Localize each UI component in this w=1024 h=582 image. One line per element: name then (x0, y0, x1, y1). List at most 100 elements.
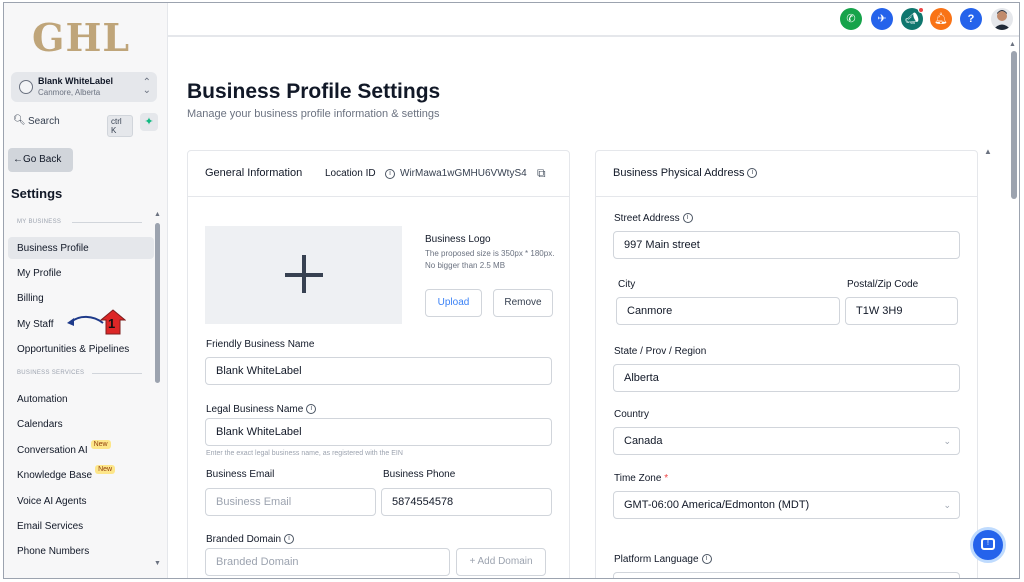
sidebar-item-automation[interactable]: Automation (8, 388, 154, 410)
go-back-button[interactable]: ←Go Back (8, 148, 73, 172)
scroll-up-icon[interactable]: ▲ (1009, 41, 1016, 48)
timezone-label-text: Time Zone (614, 473, 662, 484)
arrow-left-icon: ← (13, 154, 23, 165)
sidebar-item-email-services[interactable]: Email Services (8, 515, 154, 537)
sidebar-search[interactable]: 🔍︎ Search ctrl K (11, 112, 133, 137)
card-header: General Information Location ID i WirMaw… (188, 151, 569, 197)
chevron-updown-icon: ⌃ ⌄ (142, 77, 151, 96)
country-value: Canada (624, 435, 663, 447)
help-icon[interactable]: ? (960, 8, 982, 30)
card-title-text: Business Physical Address (613, 167, 745, 179)
chat-icon: ! (981, 538, 995, 550)
platform-language-label: Platform Language i (614, 554, 712, 565)
street-address-input[interactable]: 997 Main street (613, 231, 960, 259)
legal-name-label: Legal Business Name i (206, 404, 317, 415)
sidebar-item-business-profile[interactable]: Business Profile (8, 237, 154, 259)
info-icon[interactable]: i (682, 213, 693, 224)
account-switcher[interactable]: Blank WhiteLabel Canmore, Alberta ⌃ ⌄ (11, 72, 157, 102)
sidebar-item-label: Business Profile (17, 243, 89, 254)
sidebar-item-phone-numbers[interactable]: Phone Numbers (8, 540, 154, 562)
postal-code-label: Postal/Zip Code (847, 279, 919, 290)
upload-button[interactable]: Upload (425, 289, 482, 317)
user-avatar[interactable] (991, 8, 1013, 30)
country-select[interactable]: Canada ⌄ (613, 427, 960, 455)
location-id-value: WirMawa1wGMHU6VWtyS4 (400, 168, 527, 179)
ai-sparkle-icon[interactable]: ✦ (140, 113, 158, 131)
sidebar-item-voice-ai-agents[interactable]: Voice AI Agents (8, 490, 154, 512)
city-label: City (618, 279, 636, 290)
sidebar-scrollbar[interactable] (155, 223, 160, 383)
business-phone-label: Business Phone (383, 469, 456, 480)
platform-language-select[interactable] (613, 572, 960, 578)
physical-address-card: Business Physical Address i Street Addres… (595, 150, 978, 578)
notification-dot (918, 7, 924, 13)
top-bar: ✆ ✈ 📣︎ 🔔︎ ? (168, 3, 1019, 37)
postal-code-input[interactable]: T1W 3H9 (845, 297, 958, 325)
scroll-up-icon[interactable]: ▲ (984, 147, 992, 156)
sidebar-item-label: My Profile (17, 268, 62, 279)
chat-support-button[interactable]: ! (970, 527, 1006, 563)
plus-icon-stem (302, 255, 306, 293)
curved-arrow-icon (67, 315, 104, 326)
logo-dropzone[interactable] (205, 226, 402, 324)
business-email-label: Business Email (206, 469, 275, 480)
launchpad-icon[interactable]: ✈ (871, 8, 893, 30)
branded-domain-input[interactable]: Branded Domain (205, 548, 450, 576)
friendly-name-label: Friendly Business Name (206, 339, 315, 350)
brand-logo[interactable]: GHL (32, 15, 130, 60)
section-my-business: MY BUSINESS (17, 219, 62, 225)
bell-icon[interactable]: 🔔︎ (930, 8, 952, 30)
search-label: Search (28, 116, 60, 127)
branded-domain-label: Branded Domain i (206, 534, 295, 545)
sidebar-item-label: Knowledge Base (17, 470, 93, 481)
chevron-down-icon: ⌄ (943, 500, 951, 510)
info-icon[interactable]: i (747, 168, 758, 179)
scroll-up-icon[interactable]: ▲ (154, 211, 161, 218)
page-title: Business Profile Settings (187, 80, 441, 103)
account-location: Canmore, Alberta (38, 88, 101, 97)
section-divider (92, 373, 142, 374)
business-phone-input[interactable]: 5874554578 (381, 488, 552, 516)
legal-name-label-text: Legal Business Name (206, 404, 304, 415)
sidebar-item-label: Phone Numbers (17, 546, 90, 557)
sidebar-item-label: My Staff (17, 319, 54, 330)
main-content: Business Profile Settings Manage your bu… (168, 39, 1006, 578)
announcement-icon[interactable]: 📣︎ (901, 7, 924, 30)
business-email-input[interactable]: Business Email (205, 488, 376, 516)
legal-name-input[interactable]: Blank WhiteLabel (205, 418, 552, 446)
state-input[interactable]: Alberta (613, 364, 960, 392)
friendly-name-input[interactable]: Blank WhiteLabel (205, 357, 552, 385)
info-icon[interactable]: i (284, 534, 295, 545)
go-back-label: Go Back (23, 154, 62, 165)
card-title: Business Physical Address i (613, 167, 758, 179)
sidebar-item-label: Email Services (17, 521, 84, 532)
card-header: Business Physical Address i (596, 151, 977, 197)
remove-button[interactable]: Remove (493, 289, 553, 317)
info-icon[interactable]: i (385, 169, 395, 179)
copy-icon[interactable]: ⧉ (537, 166, 546, 181)
info-icon[interactable]: i (306, 404, 317, 415)
country-label: Country (614, 409, 650, 420)
sidebar-item-calendars[interactable]: Calendars (8, 413, 154, 435)
app-window: GHL Blank WhiteLabel Canmore, Alberta ⌃ ⌄… (3, 2, 1020, 579)
sidebar-item-knowledge-base[interactable]: Knowledge BaseNew (8, 464, 154, 486)
timezone-select[interactable]: GMT-06:00 America/Edmonton (MDT) ⌄ (613, 491, 960, 519)
sidebar-item-billing[interactable]: Billing (8, 287, 154, 309)
account-name: Blank WhiteLabel (38, 76, 114, 86)
timezone-label: Time Zone * (614, 473, 668, 484)
step-number: 1 (108, 316, 116, 331)
street-address-label: Street Address i (614, 213, 693, 224)
info-icon[interactable]: i (701, 554, 712, 565)
sidebar-item-label: Conversation AI (17, 445, 88, 456)
city-input[interactable]: Canmore (616, 297, 840, 325)
sidebar: GHL Blank WhiteLabel Canmore, Alberta ⌃ ⌄… (4, 3, 168, 578)
sidebar-item-my-profile[interactable]: My Profile (8, 262, 154, 284)
account-avatar-icon (19, 80, 33, 94)
phone-icon[interactable]: ✆ (840, 8, 862, 30)
sidebar-item-opportunities[interactable]: Opportunities & Pipelines (8, 338, 154, 360)
sidebar-item-conversation-ai[interactable]: Conversation AINew (8, 439, 154, 461)
sidebar-item-label: Opportunities & Pipelines (17, 344, 130, 355)
add-domain-button[interactable]: + Add Domain (456, 548, 546, 576)
scroll-down-icon[interactable]: ▼ (154, 560, 161, 567)
main-scrollbar[interactable] (1011, 51, 1017, 199)
